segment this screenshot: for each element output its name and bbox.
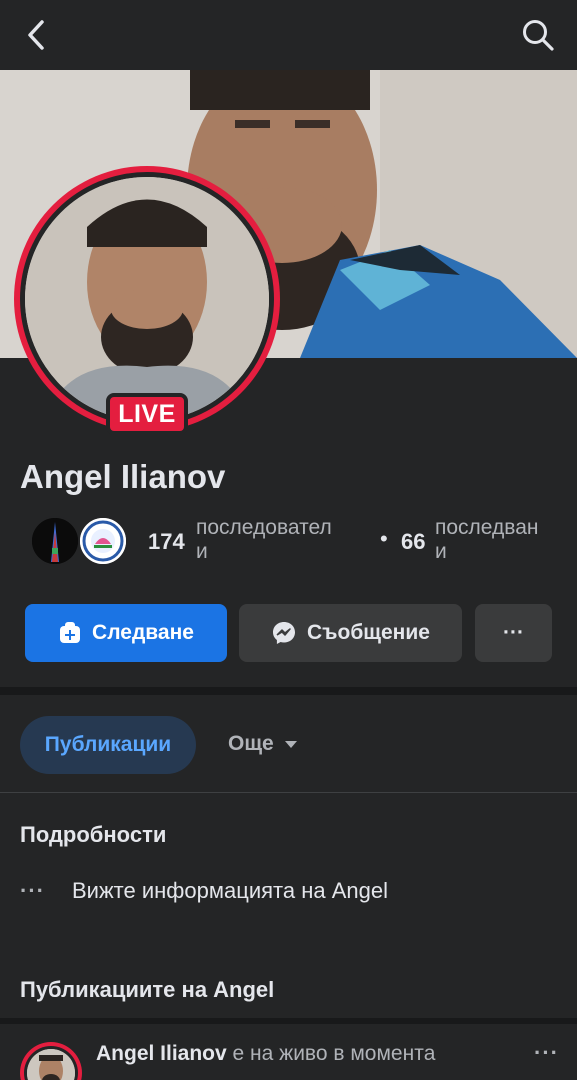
tab-more[interactable]: Още	[228, 732, 298, 756]
message-button[interactable]: Съобщение	[239, 604, 462, 662]
emblem-icon	[80, 518, 126, 564]
followers-label: последовател и	[196, 516, 332, 563]
chevron-left-icon	[28, 20, 44, 50]
following-count: 66	[401, 529, 426, 554]
back-button[interactable]	[22, 18, 54, 52]
divider	[0, 792, 577, 793]
follower-avatar	[78, 516, 128, 566]
top-bar	[0, 0, 577, 70]
following-label: последван и	[435, 516, 539, 563]
caret-down-icon	[284, 741, 297, 748]
messenger-icon	[273, 622, 296, 644]
separator-dot: •	[380, 526, 388, 551]
search-button[interactable]	[521, 18, 555, 52]
follow-button[interactable]: Следване	[25, 604, 227, 662]
message-label: Съобщение	[307, 621, 430, 644]
post-author-avatar[interactable]	[20, 1042, 82, 1080]
post-header: Angel Ilianov е на живо в моментa	[96, 1040, 516, 1068]
search-icon	[523, 20, 554, 51]
more-options-button[interactable]: ···	[475, 604, 552, 662]
follow-label: Следване	[92, 621, 194, 644]
see-info-link[interactable]: ··· Вижте информацията на Angel	[20, 878, 388, 904]
posts-title: Публикациите на Angel	[20, 977, 275, 1002]
avatar-image	[25, 177, 269, 421]
see-info-text: Вижте информацията на Angel	[72, 878, 388, 903]
tab-posts[interactable]: Публикации	[20, 716, 196, 774]
followers-count: 174	[148, 529, 185, 554]
post-author-name[interactable]: Angel Ilianov	[96, 1042, 227, 1065]
live-badge: LIVE	[106, 393, 188, 435]
more-dots-icon: ···	[20, 878, 45, 903]
tab-more-label: Още	[228, 732, 274, 755]
avatar	[25, 177, 269, 421]
posts-divider	[0, 1018, 577, 1024]
follower-avatar	[30, 516, 80, 566]
followers-row[interactable]: 174 последовател и • 66 последван и	[30, 512, 570, 572]
avatar	[27, 1049, 75, 1080]
tower-icon	[32, 518, 78, 564]
profile-name: Angel Ilianov	[20, 458, 226, 495]
post-menu-button[interactable]: ···	[534, 1040, 559, 1066]
more-dots-icon: ···	[503, 621, 524, 644]
section-divider	[0, 687, 577, 695]
avatar-image	[27, 1049, 75, 1080]
post-status: е на живо в моментa	[232, 1042, 436, 1065]
follow-icon	[60, 622, 81, 643]
details-title: Подробности	[20, 822, 167, 847]
